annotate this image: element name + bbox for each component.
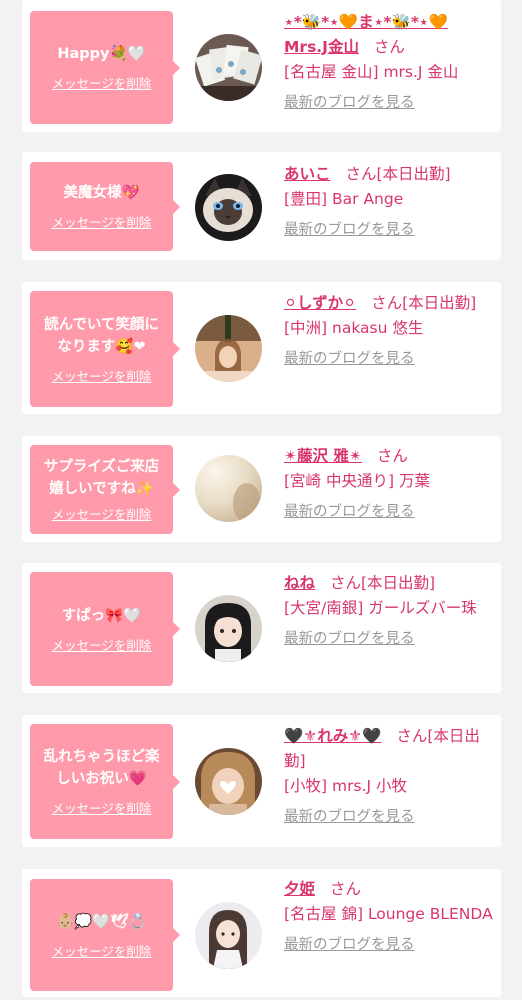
message-card: 👶🏼💭🤍🕊💍 メッセージを削除 夕姫 さん [名古屋 錦] Lounge BLE… [22, 869, 501, 997]
avatar[interactable] [195, 748, 262, 815]
cast-info: 夕姫 さん [名古屋 錦] Lounge BLENDA 最新のブログを見る [284, 877, 494, 955]
shop-line: [中洲] nakasu 悠生 [284, 319, 424, 337]
latest-blog-link[interactable]: 最新のブログを見る [284, 935, 494, 955]
cast-name-link[interactable]: ⚪しずか⚪ [284, 294, 356, 312]
message-text: すぱっ🎀🤍 [61, 607, 142, 624]
message-text: 読んでいて笑顔になります🥰❤ [44, 316, 159, 355]
cast-name-link[interactable]: 夕姫 [284, 880, 315, 898]
status-badge: [本日出勤] [402, 294, 477, 312]
san-suffix: さん [396, 727, 428, 745]
status-badge: [本日出勤] [376, 165, 451, 183]
san-suffix: さん [329, 880, 361, 898]
cast-info: ⚪しずか⚪ さん[本日出勤] [中洲] nakasu 悠生 最新のブログを見る [284, 291, 494, 369]
san-suffix: さん [376, 447, 408, 465]
message-text: 美魔女様💖 [63, 185, 140, 201]
message-bubble: Happy💐🤍 メッセージを削除 [30, 11, 180, 124]
message-card: サプライズご来店嬉しいですね✨ メッセージを削除 ✴藤沢 雅✴ さん [宮崎 中… [22, 436, 501, 542]
avatar[interactable] [195, 315, 262, 382]
delete-message-link[interactable]: メッセージを削除 [52, 798, 152, 817]
cast-name-link[interactable]: ✴藤沢 雅✴ [284, 447, 362, 465]
latest-blog-link[interactable]: 最新のブログを見る [284, 807, 494, 827]
cast-name-link[interactable]: ⋆*🐝*⋆🧡ま⋆*🐝*⋆🧡 Mrs.J金山 [284, 13, 448, 56]
san-suffix: さん [329, 574, 361, 592]
cast-name-link[interactable]: 🖤⚜れみ⚜🖤 [284, 727, 381, 745]
delete-message-link[interactable]: メッセージを削除 [52, 635, 152, 654]
shop-line: [小牧] mrs.J 小牧 [284, 777, 407, 795]
message-bubble: 美魔女様💖 メッセージを削除 [30, 162, 180, 251]
san-suffix: さん [345, 165, 377, 183]
cast-info: ⋆*🐝*⋆🧡ま⋆*🐝*⋆🧡 Mrs.J金山 さん [名古屋 金山] mrs.J … [284, 10, 494, 113]
message-bubble: 👶🏼💭🤍🕊💍 メッセージを削除 [30, 879, 180, 991]
cast-info: ねね さん[本日出勤] [大宮/南銀] ガールズバー珠 最新のブログを見る [284, 571, 494, 649]
delete-message-link[interactable]: メッセージを削除 [52, 941, 152, 960]
delete-message-link[interactable]: メッセージを削除 [52, 366, 152, 385]
avatar[interactable] [195, 455, 262, 522]
message-text: Happy💐🤍 [57, 46, 146, 62]
shop-line: [豊田] Bar Ange [284, 190, 404, 208]
latest-blog-link[interactable]: 最新のブログを見る [284, 349, 494, 369]
avatar[interactable] [195, 595, 262, 662]
cast-info: あいこ さん[本日出勤] [豊田] Bar Ange 最新のブログを見る [284, 162, 494, 240]
cast-name-link[interactable]: あいこ [284, 165, 331, 183]
avatar[interactable] [195, 902, 262, 969]
delete-message-link[interactable]: メッセージを削除 [52, 212, 152, 231]
message-text: サプライズご来店嬉しいですね✨ [43, 459, 160, 497]
message-bubble: サプライズご来店嬉しいですね✨ メッセージを削除 [30, 445, 180, 534]
san-suffix: さん [371, 294, 403, 312]
avatar[interactable] [195, 34, 262, 101]
latest-blog-link[interactable]: 最新のブログを見る [284, 220, 494, 240]
message-card: Happy💐🤍 メッセージを削除 ⋆*🐝*⋆🧡ま⋆*🐝*⋆🧡 Mrs.J金山 さ… [22, 0, 501, 132]
message-bubble: すぱっ🎀🤍 メッセージを削除 [30, 572, 180, 686]
shop-line: [宮崎 中央通り] 万葉 [284, 472, 430, 490]
shop-line: [名古屋 金山] mrs.J 金山 [284, 63, 459, 81]
message-bubble: 乱れちゃうほど楽しいお祝い💗 メッセージを削除 [30, 724, 180, 839]
message-card: 読んでいて笑顔になります🥰❤ メッセージを削除 ⚪しずか⚪ さん[本日出勤] [… [22, 282, 501, 414]
message-text: 👶🏼💭🤍🕊💍 [56, 913, 147, 930]
message-card: 乱れちゃうほど楽しいお祝い💗 メッセージを削除 🖤⚜れみ⚜🖤 さん[本日出勤] … [22, 715, 501, 847]
cast-name-link[interactable]: ねね [284, 574, 315, 592]
cast-info: 🖤⚜れみ⚜🖤 さん[本日出勤] [小牧] mrs.J 小牧 最新のブログを見る [284, 724, 494, 827]
cast-info: ✴藤沢 雅✴ さん [宮崎 中央通り] 万葉 最新のブログを見る [284, 444, 494, 522]
message-card: すぱっ🎀🤍 メッセージを削除 ねね さん[本日出勤] [大宮/南銀] ガールズバ… [22, 563, 501, 693]
san-suffix: さん [373, 38, 405, 56]
delete-message-link[interactable]: メッセージを削除 [52, 73, 152, 92]
latest-blog-link[interactable]: 最新のブログを見る [284, 502, 494, 522]
status-badge: [本日出勤] [360, 574, 436, 592]
message-card: 美魔女様💖 メッセージを削除 あいこ さん[本日出勤] [豊田] Bar Ang… [22, 152, 501, 260]
shop-line: [名古屋 錦] Lounge BLENDA [284, 905, 493, 923]
avatar[interactable] [195, 174, 262, 241]
latest-blog-link[interactable]: 最新のブログを見る [284, 93, 494, 113]
message-bubble: 読んでいて笑顔になります🥰❤ メッセージを削除 [30, 291, 180, 407]
shop-line: [大宮/南銀] ガールズバー珠 [284, 599, 477, 617]
message-text: 乱れちゃうほど楽しいお祝い💗 [43, 749, 160, 787]
latest-blog-link[interactable]: 最新のブログを見る [284, 629, 494, 649]
delete-message-link[interactable]: メッセージを削除 [52, 504, 152, 523]
